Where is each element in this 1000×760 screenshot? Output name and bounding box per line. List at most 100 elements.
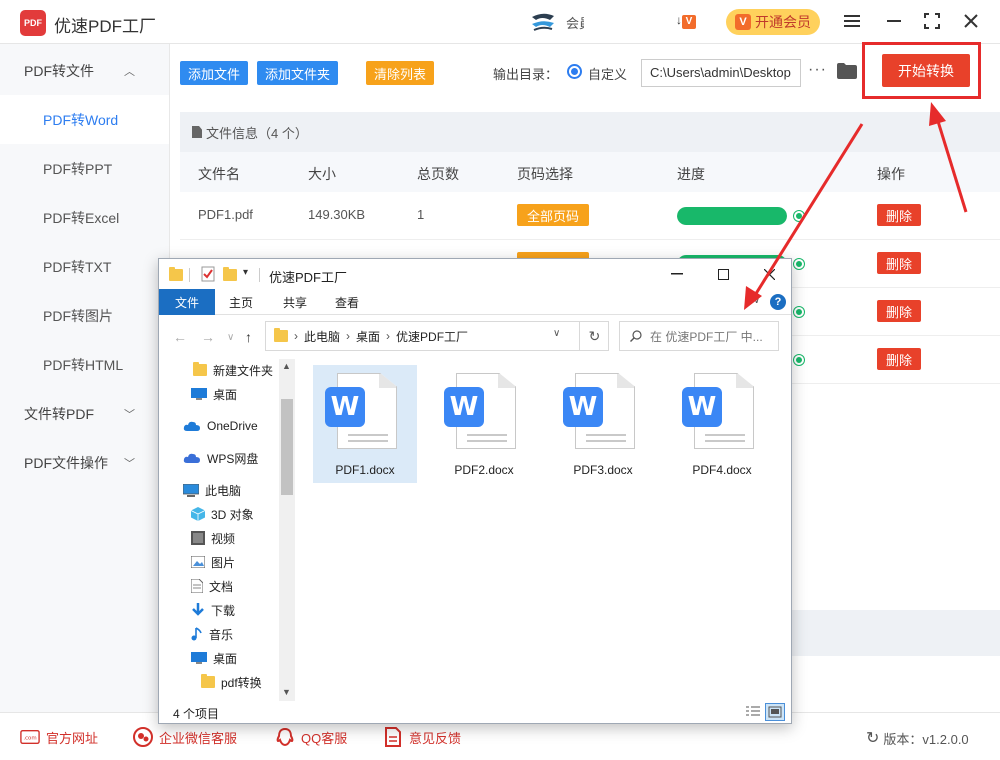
file-name: PDF2.docx	[454, 463, 514, 477]
open-folder-icon[interactable]	[837, 63, 857, 79]
nav-item-music[interactable]: 音乐	[191, 623, 233, 645]
delete-button[interactable]: 删除	[877, 300, 921, 322]
file-item[interactable]: W PDF4.docx	[670, 365, 774, 483]
close-icon[interactable]	[958, 8, 984, 34]
feedback-link[interactable]: 意见反馈	[383, 727, 461, 747]
table-row[interactable]: PDF1.pdf 149.30KB 1 全部页码 删除	[180, 192, 1000, 240]
scroll-up-icon[interactable]: ▲	[282, 361, 291, 371]
qq-service-link[interactable]: QQ客服	[275, 727, 347, 747]
explorer-title-bar: ▾ 优速PDF工厂	[159, 259, 791, 289]
nav-item-this-pc[interactable]: 此电脑	[183, 479, 241, 501]
file-item[interactable]: W PDF3.docx	[551, 365, 655, 483]
tab-file[interactable]: 文件	[159, 289, 215, 315]
refresh-icon[interactable]: ↻	[866, 728, 879, 748]
sidebar-item-pdf-to-excel[interactable]: PDF转Excel	[0, 193, 169, 242]
sidebar-item-pdf-to-html[interactable]: PDF转HTML	[0, 340, 169, 389]
vip-mini-icon[interactable]: ↓ V	[676, 13, 704, 31]
details-view-icon[interactable]	[743, 703, 763, 721]
delete-button[interactable]: 删除	[877, 348, 921, 370]
progress-done-dot	[794, 211, 804, 221]
nav-scrollbar[interactable]: ▲ ▼	[279, 359, 295, 701]
refresh-icon[interactable]: ↻	[579, 321, 609, 351]
nav-item-desktop[interactable]: 桌面	[191, 383, 237, 405]
more-options-button[interactable]: ···	[808, 61, 827, 79]
ribbon-expand-icon[interactable]: ∨	[753, 295, 760, 306]
help-icon[interactable]: ?	[770, 294, 786, 310]
file-item[interactable]: W PDF2.docx	[432, 365, 536, 483]
add-file-button[interactable]: 添加文件	[180, 61, 249, 85]
file-item[interactable]: W PDF1.docx	[313, 365, 417, 483]
scroll-down-icon[interactable]: ▼	[282, 687, 291, 697]
address-dropdown-icon[interactable]: ∨	[553, 328, 560, 339]
nav-item-onedrive[interactable]: OneDrive	[183, 415, 258, 437]
search-input[interactable]: 在 优速PDF工厂 中...	[619, 321, 779, 351]
folder-icon	[274, 328, 288, 342]
wechat-service-link[interactable]: 企业微信客服	[133, 727, 237, 747]
add-folder-button[interactable]: 添加文件夹	[257, 61, 339, 85]
maximize-icon[interactable]	[919, 8, 945, 34]
nav-item-documents[interactable]: 文档	[191, 575, 233, 597]
scroll-thumb[interactable]	[281, 399, 293, 495]
custom-radio[interactable]	[567, 64, 582, 79]
word-w-icon: W	[682, 387, 722, 427]
nav-item-new-folder[interactable]: 新建文件夹	[193, 359, 273, 381]
nav-item-label: 3D 对象	[211, 507, 254, 522]
folder-icon	[169, 266, 183, 282]
member-text[interactable]: 会員	[566, 13, 584, 32]
custom-radio-label[interactable]: 自定义	[588, 64, 627, 83]
back-icon[interactable]: ←	[173, 329, 187, 345]
breadcrumb-this-pc[interactable]: 此电脑	[304, 328, 340, 345]
file-name: PDF1.docx	[335, 463, 395, 477]
nav-item-pdf-convert[interactable]: pdf转换	[201, 671, 262, 693]
explorer-minimize-icon[interactable]	[657, 263, 697, 285]
file-name: PDF4.docx	[692, 463, 752, 477]
progress-bar	[677, 207, 787, 225]
minimize-icon[interactable]	[881, 8, 907, 34]
sidebar-group-pdf-to-file[interactable]: PDF转文件 ︿	[0, 46, 169, 95]
tab-share[interactable]: 共享	[271, 289, 319, 315]
app-title: 优速PDF工厂	[54, 17, 156, 36]
nav-item-videos[interactable]: 视频	[191, 527, 235, 549]
menu-icon[interactable]	[839, 8, 865, 34]
nav-item-wps-drive[interactable]: WPS网盘	[183, 447, 258, 469]
breadcrumb-desktop[interactable]: 桌面	[356, 328, 380, 345]
member-logo-icon[interactable]	[528, 11, 558, 33]
large-icons-view-icon[interactable]	[765, 703, 785, 721]
nav-item-downloads[interactable]: 下载	[191, 599, 235, 621]
column-header-name: 文件名	[198, 166, 240, 182]
sidebar-item-pdf-to-image[interactable]: PDF转图片	[0, 291, 169, 340]
website-link[interactable]: .com 官方网址	[20, 727, 98, 747]
properties-icon[interactable]	[201, 266, 215, 282]
output-dir-label: 输出目录：	[493, 67, 559, 82]
nav-item-label: 桌面	[213, 651, 238, 666]
breadcrumb-current[interactable]: 优速PDF工厂	[396, 328, 468, 345]
nav-item-label: 音乐	[209, 627, 234, 642]
new-folder-icon[interactable]	[223, 266, 237, 282]
progress-done-dot	[794, 307, 804, 317]
recent-dropdown-icon[interactable]: ∨	[227, 332, 234, 343]
nav-item-desktop-2[interactable]: 桌面	[191, 647, 237, 669]
sidebar-group-file-to-pdf[interactable]: 文件转PDF ﹀	[0, 389, 169, 438]
forward-icon[interactable]: →	[201, 329, 215, 345]
tab-home[interactable]: 主页	[217, 289, 265, 315]
explorer-maximize-icon[interactable]	[703, 263, 743, 285]
sidebar-item-pdf-to-ppt[interactable]: PDF转PPT	[0, 144, 169, 193]
output-path-input[interactable]: C:\Users\admin\Desktop	[641, 59, 801, 87]
page-select-button[interactable]: 全部页码	[517, 204, 589, 226]
item-count: 4 个项目	[173, 707, 220, 721]
sidebar-item-pdf-to-txt[interactable]: PDF转TXT	[0, 242, 169, 291]
quick-access-dropdown-icon[interactable]: ▾	[243, 267, 248, 283]
up-icon[interactable]: ↑	[245, 329, 252, 345]
explorer-close-icon[interactable]	[749, 263, 789, 285]
nav-item-3d-objects[interactable]: 3D 对象	[191, 503, 254, 525]
clear-list-button[interactable]: 清除列表	[366, 61, 435, 85]
picture-icon	[191, 556, 205, 568]
vip-button[interactable]: V 开通会员	[726, 9, 820, 35]
nav-item-pictures[interactable]: 图片	[191, 551, 235, 573]
feedback-label: 意见反馈	[409, 730, 462, 746]
sidebar-item-pdf-to-word[interactable]: PDF转Word	[0, 95, 169, 144]
sidebar-group-pdf-operations[interactable]: PDF文件操作 ﹀	[0, 438, 169, 487]
delete-button[interactable]: 删除	[877, 252, 921, 274]
delete-button[interactable]: 删除	[877, 204, 921, 226]
tab-view[interactable]: 查看	[323, 289, 371, 315]
